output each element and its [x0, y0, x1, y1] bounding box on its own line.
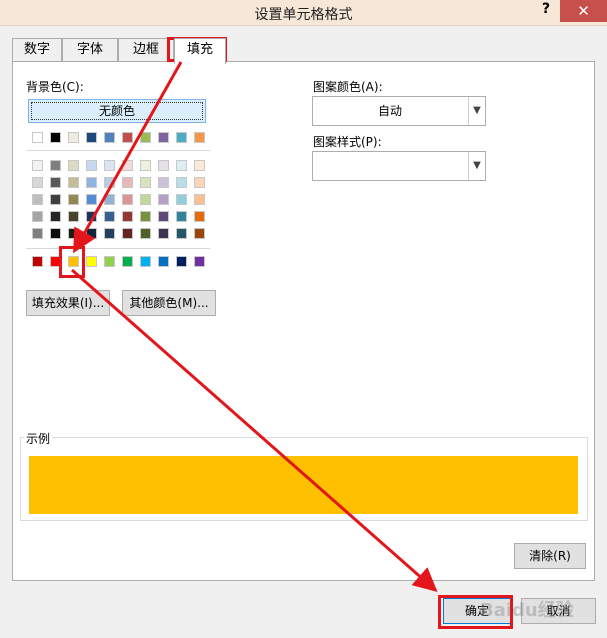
tab-font[interactable]: 字体 — [62, 38, 118, 62]
color-swatch[interactable] — [68, 194, 79, 205]
color-swatch[interactable] — [194, 256, 205, 267]
color-swatch[interactable] — [158, 211, 169, 222]
color-swatch[interactable] — [32, 256, 43, 267]
color-swatch[interactable] — [194, 160, 205, 171]
color-swatch[interactable] — [194, 211, 205, 222]
window-title: 设置单元格格式 — [254, 7, 353, 23]
pattern-style-label: 图案样式(P): — [313, 135, 382, 149]
color-swatch[interactable] — [104, 194, 115, 205]
palette-divider — [26, 248, 210, 249]
color-swatch[interactable] — [50, 228, 61, 239]
color-swatch[interactable] — [158, 132, 169, 143]
close-icon[interactable]: ✕ — [560, 0, 607, 22]
sample-label: 示例 — [24, 430, 53, 447]
color-swatch[interactable] — [194, 228, 205, 239]
color-swatch[interactable] — [176, 256, 187, 267]
color-swatch[interactable] — [86, 132, 97, 143]
color-swatch[interactable] — [104, 177, 115, 188]
color-swatch[interactable] — [176, 160, 187, 171]
color-swatch[interactable] — [86, 177, 97, 188]
annotation-box-swatch — [59, 246, 85, 278]
color-swatch[interactable] — [176, 194, 187, 205]
color-swatch[interactable] — [158, 228, 169, 239]
pattern-color-label: 图案颜色(A): — [313, 80, 383, 94]
color-swatch[interactable] — [140, 194, 151, 205]
color-swatch[interactable] — [194, 194, 205, 205]
color-swatch[interactable] — [140, 132, 151, 143]
no-color-button[interactable]: 无颜色 — [28, 99, 206, 123]
color-swatch[interactable] — [50, 211, 61, 222]
color-swatch[interactable] — [86, 211, 97, 222]
pattern-style-select[interactable]: ▼ — [312, 151, 486, 181]
color-swatch[interactable] — [176, 228, 187, 239]
help-icon[interactable]: ? — [538, 1, 554, 23]
color-swatch[interactable] — [122, 194, 133, 205]
color-swatch[interactable] — [50, 160, 61, 171]
color-swatch[interactable] — [104, 228, 115, 239]
color-swatch[interactable] — [122, 132, 133, 143]
color-swatch[interactable] — [176, 132, 187, 143]
more-colors-button[interactable]: 其他颜色(M)... — [122, 290, 216, 316]
color-swatch[interactable] — [122, 256, 133, 267]
color-swatch[interactable] — [104, 211, 115, 222]
title-bar: 设置单元格格式 ? ✕ — [0, 0, 607, 26]
chevron-down-icon[interactable]: ▼ — [468, 97, 485, 125]
pattern-color-select[interactable]: 自动 ▼ — [312, 96, 486, 126]
color-swatch[interactable] — [68, 228, 79, 239]
color-swatch[interactable] — [122, 228, 133, 239]
color-swatch[interactable] — [176, 211, 187, 222]
watermark: Baidu经验 — [480, 600, 574, 621]
color-swatch[interactable] — [68, 177, 79, 188]
color-swatch[interactable] — [32, 228, 43, 239]
color-swatch[interactable] — [50, 132, 61, 143]
color-swatch[interactable] — [68, 211, 79, 222]
color-swatch[interactable] — [176, 177, 187, 188]
color-swatch[interactable] — [68, 160, 79, 171]
sample-preview — [29, 456, 578, 514]
color-swatch[interactable] — [158, 160, 169, 171]
chevron-down-icon[interactable]: ▼ — [468, 152, 485, 180]
color-swatch[interactable] — [86, 194, 97, 205]
color-swatch[interactable] — [86, 256, 97, 267]
color-swatch[interactable] — [104, 256, 115, 267]
color-swatch[interactable] — [122, 160, 133, 171]
color-swatch[interactable] — [104, 160, 115, 171]
color-swatch[interactable] — [194, 177, 205, 188]
color-swatch[interactable] — [158, 177, 169, 188]
color-swatch[interactable] — [194, 132, 205, 143]
tab-fill[interactable]: 填充 — [174, 38, 226, 64]
color-swatch[interactable] — [158, 194, 169, 205]
color-swatch[interactable] — [122, 211, 133, 222]
color-swatch[interactable] — [32, 132, 43, 143]
color-swatch[interactable] — [50, 194, 61, 205]
color-swatch[interactable] — [32, 160, 43, 171]
background-color-label: 背景色(C): — [26, 80, 84, 94]
color-swatch[interactable] — [158, 256, 169, 267]
color-swatch[interactable] — [140, 177, 151, 188]
color-swatch[interactable] — [104, 132, 115, 143]
tab-border[interactable]: 边框 — [118, 38, 174, 62]
tab-number[interactable]: 数字 — [12, 38, 62, 62]
fill-effects-button[interactable]: 填充效果(I)... — [26, 290, 110, 316]
color-swatch[interactable] — [86, 160, 97, 171]
palette-divider — [26, 150, 210, 151]
color-swatch[interactable] — [140, 211, 151, 222]
pattern-color-value: 自动 — [377, 104, 402, 118]
clear-button[interactable]: 清除(R) — [514, 543, 586, 569]
color-swatch[interactable] — [86, 228, 97, 239]
color-swatch[interactable] — [32, 211, 43, 222]
color-swatch[interactable] — [32, 194, 43, 205]
color-swatch[interactable] — [68, 132, 79, 143]
color-swatch[interactable] — [140, 256, 151, 267]
color-swatch[interactable] — [140, 228, 151, 239]
color-swatch[interactable] — [50, 177, 61, 188]
color-swatch[interactable] — [32, 177, 43, 188]
color-swatch[interactable] — [122, 177, 133, 188]
color-swatch[interactable] — [140, 160, 151, 171]
